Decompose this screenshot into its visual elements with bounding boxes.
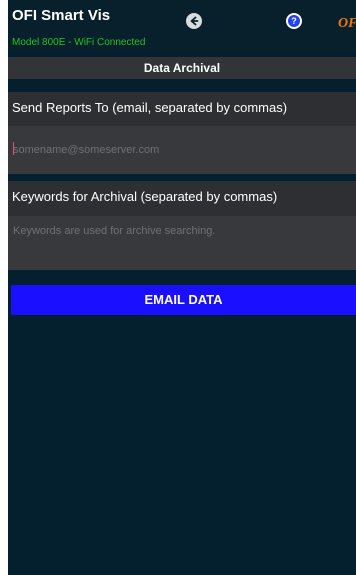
app-header: OFI Smart Vis Model 800E - WiFi Connecte… <box>8 0 356 50</box>
text-cursor <box>13 142 14 155</box>
keywords-label-row: Keywords for Archival (separated by comm… <box>8 181 356 216</box>
recipients-input[interactable] <box>8 126 356 174</box>
email-data-button[interactable]: EMAIL DATA <box>11 285 356 315</box>
help-button[interactable]: ? <box>286 13 302 29</box>
keywords-label: Keywords for Archival (separated by comm… <box>12 189 278 204</box>
section-title: Data Archival <box>8 57 356 79</box>
recipients-label: Send Reports To (email, separated by com… <box>12 100 288 115</box>
connection-status: Model 800E - WiFi Connected <box>12 37 146 48</box>
question-circle-icon: ? <box>288 15 300 27</box>
app-title: OFI Smart Vis <box>12 7 111 24</box>
back-button[interactable] <box>186 13 202 29</box>
arrow-left-circle-icon <box>190 16 199 26</box>
app-screen: OFI Smart Vis Model 800E - WiFi Connecte… <box>8 0 356 575</box>
ofi-logo: OFI <box>338 16 356 31</box>
keywords-input[interactable] <box>8 216 356 270</box>
recipients-label-row: Send Reports To (email, separated by com… <box>8 92 356 126</box>
